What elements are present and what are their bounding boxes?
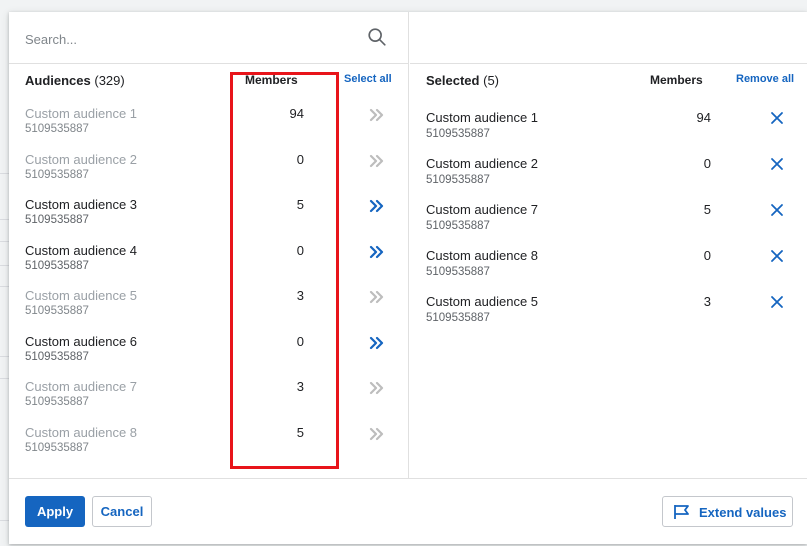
double-chevron-right-icon[interactable] — [369, 427, 385, 441]
panes: Audiences (329) Members Select all Custo… — [9, 12, 807, 478]
audience-name: Custom audience 6 — [25, 333, 138, 349]
extend-values-label: Extend values — [699, 505, 787, 520]
audience-members: 0 — [296, 151, 304, 167]
selected-list: Custom audience 1 5109535887 94 Custom audi… — [410, 110, 807, 340]
close-icon[interactable] — [770, 111, 784, 125]
double-chevron-right-icon[interactable] — [369, 199, 385, 213]
audience-name: Custom audience 1 — [25, 106, 138, 121]
apply-button[interactable]: Apply — [25, 496, 85, 527]
selected-count: (5) — [483, 73, 499, 88]
audiences-pane: Audiences (329) Members Select all Custo… — [9, 12, 409, 478]
audience-members: 0 — [296, 242, 304, 258]
audience-members: 3 — [296, 379, 304, 394]
audience-id: 5109535887 — [25, 350, 89, 363]
selected-id: 5109535887 — [426, 312, 490, 324]
cancel-button[interactable]: Cancel — [92, 496, 152, 527]
selected-members: 0 — [703, 248, 711, 263]
audiences-title: Audiences (329) — [25, 73, 125, 88]
close-icon[interactable] — [770, 249, 784, 263]
selected-row: Custom audience 1 5109535887 94 — [410, 110, 807, 156]
close-icon[interactable] — [770, 157, 784, 171]
audience-id: 5109535887 — [25, 168, 89, 181]
selected-row: Custom audience 5 5109535887 3 — [410, 294, 807, 340]
audience-members: 5 — [296, 424, 304, 440]
audience-row: Custom audience 5 5109535887 3 — [9, 284, 409, 330]
search-input[interactable] — [25, 26, 355, 52]
selected-pane: Selected (5) Members Remove all Custom a… — [410, 12, 807, 478]
close-icon[interactable] — [770, 295, 784, 309]
audience-id: 5109535887 — [25, 396, 89, 408]
selected-id: 5109535887 — [426, 266, 490, 278]
audience-row: Custom audience 3 5109535887 5 — [9, 193, 409, 239]
audience-id: 5109535887 — [25, 305, 89, 317]
double-chevron-right-icon[interactable] — [369, 154, 385, 168]
audience-id: 5109535887 — [25, 441, 89, 454]
selected-row: Custom audience 7 5109535887 5 — [410, 202, 807, 248]
selected-header: Selected (5) Members Remove all — [410, 64, 807, 96]
double-chevron-right-icon[interactable] — [369, 108, 385, 122]
members-column-header: Members — [245, 73, 298, 87]
audiences-header: Audiences (329) Members Select all — [9, 64, 409, 96]
search-icon[interactable] — [366, 26, 388, 48]
selected-name: Custom audience 1 — [426, 110, 539, 125]
search-bar — [9, 12, 409, 64]
audience-row: Custom audience 2 5109535887 0 — [9, 148, 409, 194]
selected-row: Custom audience 8 5109535887 0 — [410, 248, 807, 294]
double-chevron-right-icon[interactable] — [369, 290, 385, 304]
selected-name: Custom audience 7 — [426, 202, 539, 217]
extend-values-button[interactable]: Extend values — [662, 496, 793, 527]
audience-name: Custom audience 2 — [25, 151, 138, 167]
audience-name: Custom audience 8 — [25, 424, 138, 440]
audience-members: 5 — [296, 197, 304, 212]
double-chevron-right-icon[interactable] — [369, 245, 385, 259]
selected-top-spacer — [410, 12, 807, 64]
audience-name: Custom audience 5 — [25, 288, 138, 303]
selected-row: Custom audience 2 5109535887 0 — [410, 156, 807, 202]
double-chevron-right-icon[interactable] — [369, 336, 385, 350]
audience-row: Custom audience 1 5109535887 94 — [9, 102, 409, 148]
select-all-link[interactable]: Select all — [344, 73, 392, 85]
selected-name: Custom audience 5 — [426, 294, 539, 309]
flag-icon — [674, 505, 689, 519]
selected-members-column-header: Members — [650, 73, 703, 87]
audience-id: 5109535887 — [25, 123, 89, 135]
selected-name: Custom audience 8 — [426, 248, 539, 263]
audiences-count: (329) — [94, 73, 125, 88]
audience-members: 0 — [296, 333, 304, 349]
selected-name: Custom audience 2 — [426, 156, 539, 171]
audience-members: 94 — [289, 106, 304, 121]
remove-all-link[interactable]: Remove all — [736, 73, 794, 85]
audience-row: Custom audience 4 5109535887 0 — [9, 239, 409, 285]
audiences-list: Custom audience 1 5109535887 94 Custom audi… — [9, 102, 409, 466]
selected-title: Selected (5) — [426, 73, 499, 88]
double-chevron-right-icon[interactable] — [369, 381, 385, 395]
audience-name: Custom audience 7 — [25, 379, 138, 394]
selected-id: 5109535887 — [426, 128, 490, 140]
audience-id: 5109535887 — [25, 259, 89, 272]
dialog-footer: Apply Cancel Extend values — [9, 478, 807, 544]
selected-members: 0 — [703, 156, 711, 171]
selected-members: 3 — [703, 294, 711, 309]
close-icon[interactable] — [770, 203, 784, 217]
audience-id: 5109535887 — [25, 214, 89, 226]
selected-id: 5109535887 — [426, 220, 490, 232]
audience-row: Custom audience 8 5109535887 5 — [9, 421, 409, 467]
selected-id: 5109535887 — [426, 174, 490, 186]
audience-members: 3 — [296, 288, 304, 303]
audience-row: Custom audience 6 5109535887 0 — [9, 330, 409, 376]
audience-picker-dialog: Audiences (329) Members Select all Custo… — [9, 12, 807, 544]
selected-members: 5 — [703, 202, 711, 217]
audience-row: Custom audience 7 5109535887 3 — [9, 375, 409, 421]
audience-name: Custom audience 3 — [25, 197, 138, 212]
selected-members: 94 — [696, 110, 711, 125]
audience-name: Custom audience 4 — [25, 242, 138, 258]
